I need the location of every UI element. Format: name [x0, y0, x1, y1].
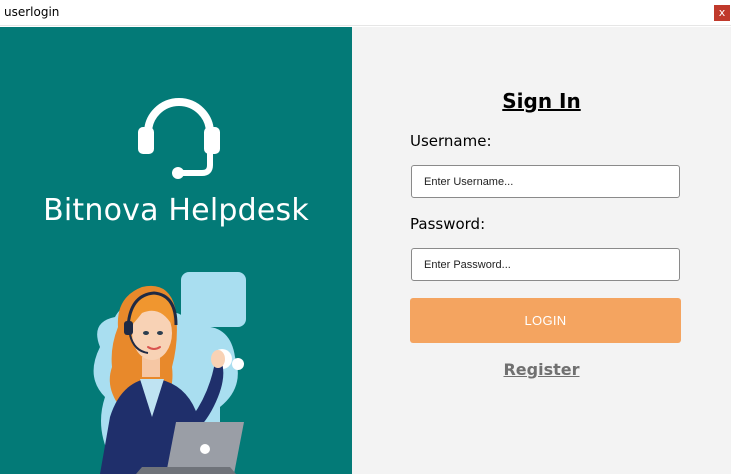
close-button[interactable]: x: [714, 5, 730, 21]
headset-icon: [138, 98, 220, 179]
sign-in-heading: Sign In: [502, 89, 581, 113]
username-label: Username:: [410, 132, 492, 150]
login-button[interactable]: LOGIN: [410, 298, 681, 343]
support-agent-illustration: [93, 272, 246, 474]
brand-panel: Bitnova Helpdesk: [0, 27, 352, 474]
window-title: userlogin: [4, 5, 60, 19]
title-bar: userlogin x: [0, 0, 731, 26]
password-label: Password:: [410, 215, 486, 233]
login-panel: Sign In Username: Password: LOGIN Regist…: [352, 27, 731, 474]
password-input[interactable]: [411, 248, 680, 281]
brand-name: Bitnova Helpdesk: [43, 193, 309, 228]
register-link[interactable]: Register: [352, 360, 731, 379]
username-input[interactable]: [411, 165, 680, 198]
